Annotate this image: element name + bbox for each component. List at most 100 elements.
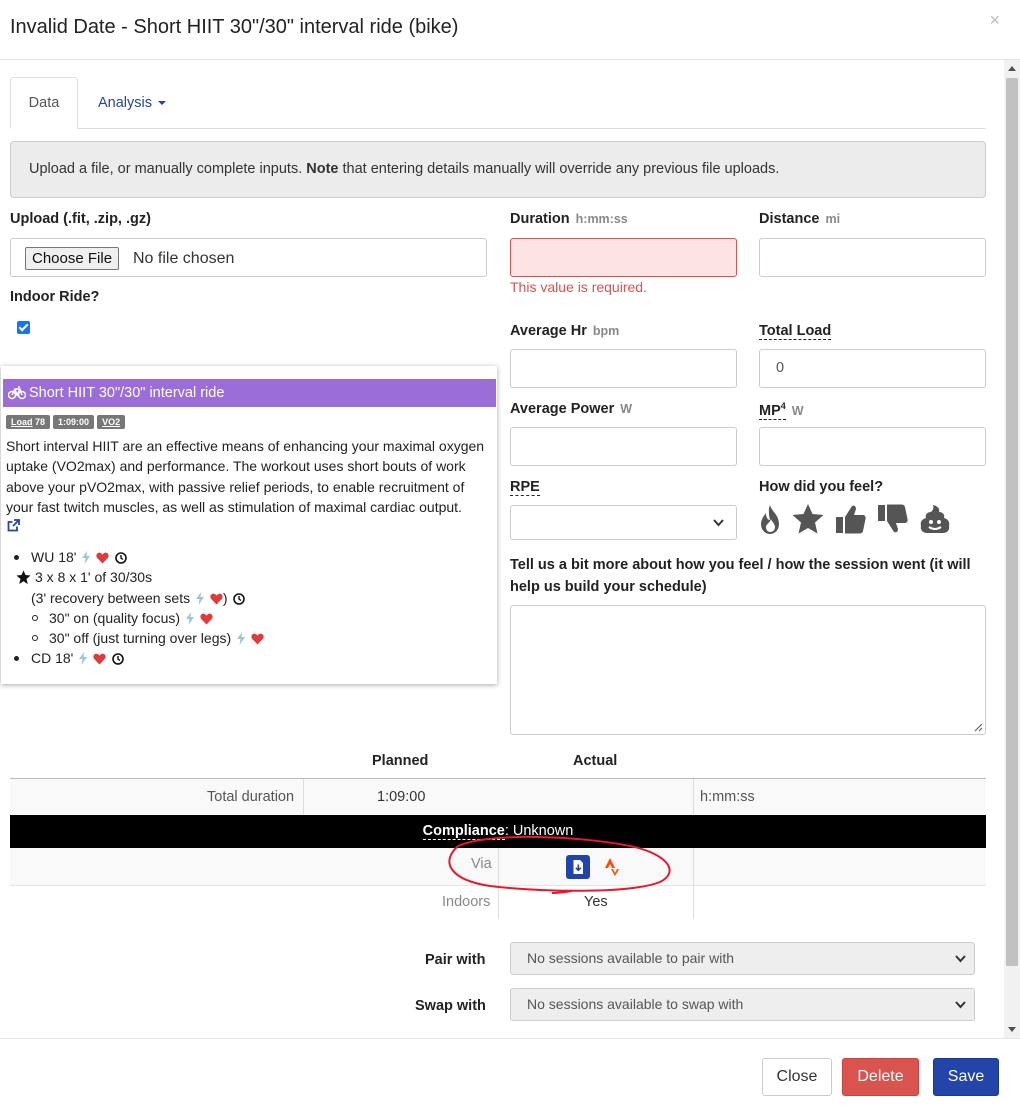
step-main-note-close: ) [222,589,228,606]
pair-with-value: No sessions available to pair with [527,950,734,966]
total-load-input[interactable]: 0 [759,349,986,388]
bolt-icon [195,591,204,605]
indoor-ride-checkbox[interactable] [17,321,30,334]
chevron-down-icon [955,955,966,963]
avg-hr-label-text: Average Hr [510,323,587,339]
pair-with-select[interactable]: No sessions available to pair with [510,942,975,975]
duration-label: Duration h:mm:ss [510,211,628,227]
tab-analysis-label: Analysis [98,95,152,111]
thumbs-down-icon[interactable] [877,503,909,535]
zone-badge-label: VO2 [102,417,121,427]
rpe-select[interactable] [510,505,737,540]
close-icon[interactable]: × [989,10,1000,31]
avg-power-unit: W [620,402,633,416]
mp4-label-text: MP4 [759,401,786,420]
clock-icon [112,653,124,666]
swap-with-select[interactable]: No sessions available to swap with [510,988,975,1021]
duration-input[interactable] [510,238,737,277]
step-off-text: 30" off (just turning over legs) [49,630,232,647]
duration-badge: 1:09:00 [53,415,95,429]
thumbs-up-icon[interactable] [835,503,867,535]
load-badge-value: 78 [35,417,46,427]
bullet [14,555,19,560]
avg-power-label-text: Average Power [510,401,615,417]
upload-file-button[interactable] [566,855,590,879]
indoor-ride-label: Indoor Ride? [10,289,100,305]
duration-label-text: Duration [510,211,570,227]
bolt-icon [82,551,91,564]
actual-header: Actual [573,753,618,769]
file-status: No file chosen [133,250,235,267]
swap-with-label: Swap with [415,998,486,1014]
note-prefix: Upload a file, or manually complete inpu… [29,161,307,177]
cell-divider [303,779,304,815]
star-icon[interactable] [791,503,825,535]
planned-header: Planned [372,753,429,769]
heart-icon [93,654,106,665]
note-suffix: that entering details manually will over… [338,161,780,177]
fire-icon[interactable] [759,503,781,535]
tab-analysis[interactable]: Analysis [98,77,166,129]
compliance-value: : Unknown [504,823,574,839]
workout-title: Short HIIT 30"/30" interval ride [29,385,225,401]
workout-steps: WU 18' 3 x 8 x 1' of 30/30s (3' recovery… [14,547,264,669]
close-button[interactable]: Close [762,1058,832,1096]
scroll-down-arrow-icon[interactable] [1008,1027,1016,1032]
swap-with-value: No sessions available to swap with [527,996,744,1012]
total-duration-unit[interactable]: h:mm:ss [700,789,755,805]
distance-input[interactable] [759,238,986,277]
distance-unit: mi [825,212,841,226]
table-row-via [10,848,986,885]
comments-textarea[interactable] [510,605,986,735]
mp4-unit: W [791,403,804,418]
workout-tags: Load 78 1:09:00 VO2 [6,415,128,431]
distance-label-text: Distance [759,211,820,227]
workout-header: Short HIIT 30"/30" interval ride [3,379,496,407]
pair-with-label: Pair with [425,952,486,968]
choose-file-button[interactable]: Choose File [25,247,120,270]
resize-grip-icon[interactable] [973,722,983,732]
cell-divider [693,886,694,919]
cell-divider [498,886,499,919]
indoors-label: Indoors [442,894,491,910]
file-download-icon [573,860,583,874]
avg-power-input[interactable] [510,427,737,466]
feel-label: How did you feel? [759,479,884,495]
avg-hr-input[interactable] [510,349,737,388]
step-cd: CD 18' [14,648,264,668]
save-button[interactable]: Save [933,1058,999,1096]
chevron-down-icon [713,519,724,527]
caret-down-icon [158,101,166,106]
modal-footer: Close Delete Save [0,1038,1020,1115]
cell-divider [498,848,499,885]
modal-header: Invalid Date - Short HIIT 30"/30" interv… [0,0,1020,60]
cell-divider [693,848,694,885]
compliance-label: Compliance [422,823,505,840]
scroll-thumb[interactable] [1006,78,1018,966]
rpe-label-text: RPE [510,479,540,496]
heart-icon [251,633,264,645]
tab-bar: Data Analysis [10,77,986,129]
external-link-icon[interactable] [7,519,20,532]
poop-icon[interactable] [919,503,951,535]
bike-icon [8,386,26,400]
avg-hr-unit: bpm [592,324,620,338]
mp4-label: MP4 W [759,401,804,420]
total-load-label: Total Load [759,323,832,340]
delete-button[interactable]: Delete [842,1058,919,1096]
tab-data[interactable]: Data [10,77,78,129]
comments-label: Tell us a bit more about how you feel / … [510,557,971,595]
scroll-up-arrow-icon[interactable] [1008,66,1016,71]
bullet [32,614,38,621]
step-main: 3 x 8 x 1' of 30/30s [16,567,264,587]
upload-label: Upload (.fit, .zip, .gz) [10,211,151,227]
bullet [14,656,19,662]
step-main-text: 3 x 8 x 1' of 30/30s [35,569,153,586]
mp4-input[interactable] [759,427,986,466]
total-duration-label: Total duration [207,789,295,805]
total-load-label-text: Total Load [759,323,832,340]
modal-title: Invalid Date - Short HIIT 30"/30" interv… [10,16,459,38]
step-on-text: 30" on (quality focus) [49,609,181,626]
scrollbar[interactable] [1004,60,1020,1038]
strava-icon[interactable] [604,857,620,877]
